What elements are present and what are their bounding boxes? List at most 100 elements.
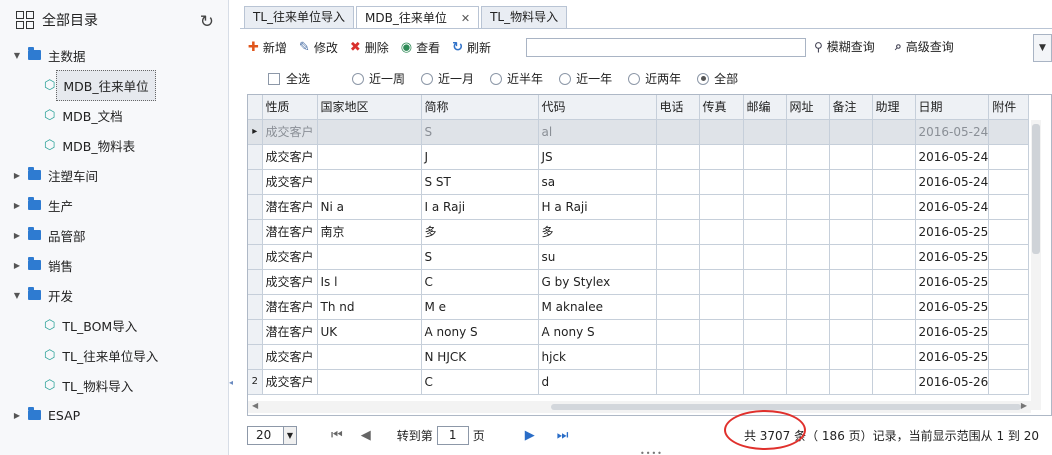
table-cell[interactable]: 2016-05-24 — [915, 169, 990, 195]
table-cell[interactable]: 南京 — [317, 219, 422, 245]
table-cell[interactable] — [786, 119, 830, 145]
table-cell[interactable] — [743, 219, 787, 245]
range-radio[interactable]: 近两年 — [628, 70, 681, 87]
table-cell[interactable]: 2016-05-24 — [915, 194, 990, 220]
table-row[interactable]: ▸ 成交客户 Sal 2016-05-24 — [248, 119, 1030, 145]
table-cell[interactable] — [988, 369, 1030, 395]
table-cell[interactable] — [743, 344, 787, 370]
table-row[interactable]: 潜在客户 Th nd M eM aknalee 2016-05-25 — [248, 294, 1030, 320]
table-cell[interactable]: M e — [421, 294, 539, 320]
table-cell[interactable] — [872, 269, 916, 295]
delete-button[interactable]: ✖ 删除 — [350, 39, 389, 56]
table-cell[interactable] — [699, 144, 744, 170]
table-cell[interactable]: Ni a — [317, 194, 422, 220]
table-cell[interactable] — [656, 344, 700, 370]
expanded-arrow-icon[interactable]: ▼ — [12, 291, 22, 300]
search-input[interactable] — [526, 38, 806, 57]
column-header[interactable]: 备注 — [829, 95, 873, 120]
table-cell[interactable] — [988, 119, 1030, 145]
tab[interactable]: TL_往来单位导入 — [244, 6, 355, 28]
table-cell[interactable] — [829, 144, 873, 170]
table-cell[interactable]: 2016-05-25 — [915, 344, 990, 370]
column-header[interactable]: 代码 — [538, 95, 657, 120]
table-cell[interactable] — [988, 169, 1030, 195]
toolbar-dropdown-button[interactable]: ▼ — [1033, 34, 1052, 62]
column-header[interactable]: 邮编 — [743, 95, 787, 120]
table-cell[interactable] — [786, 369, 830, 395]
table-row[interactable]: 2 成交客户 Cd 2016-05-26 — [248, 369, 1030, 395]
horizontal-scroll-thumb[interactable] — [551, 404, 1021, 410]
table-cell[interactable]: 2016-05-25 — [915, 244, 990, 270]
table-cell[interactable] — [786, 219, 830, 245]
sidebar-item[interactable]: ▶ 生产 — [0, 190, 228, 220]
table-cell[interactable]: 2016-05-25 — [915, 219, 990, 245]
table-cell[interactable]: 多 — [421, 219, 539, 245]
refresh-tree-icon[interactable]: ↻ — [200, 12, 214, 32]
table-cell[interactable] — [988, 269, 1030, 295]
table-cell[interactable]: 成交客户 — [262, 119, 318, 145]
table-cell[interactable]: 成交客户 — [262, 169, 318, 195]
prev-page-icon[interactable]: ◀ — [361, 428, 371, 443]
range-radio[interactable]: 全部 — [697, 70, 738, 87]
table-cell[interactable] — [988, 294, 1030, 320]
last-page-icon[interactable]: ⏭ — [557, 428, 569, 443]
table-cell[interactable] — [988, 319, 1030, 345]
table-cell[interactable]: 成交客户 — [262, 244, 318, 270]
resize-grip-icon[interactable]: •••• — [640, 449, 663, 455]
collapsed-arrow-icon[interactable]: ▶ — [12, 411, 22, 420]
collapsed-arrow-icon[interactable]: ▶ — [12, 231, 22, 240]
collapsed-arrow-icon[interactable]: ▶ — [12, 261, 22, 270]
table-cell[interactable] — [872, 344, 916, 370]
table-cell[interactable] — [872, 319, 916, 345]
table-row[interactable]: 潜在客户 UK A nony SA nony S 2016-05-25 — [248, 319, 1030, 345]
table-cell[interactable] — [656, 369, 700, 395]
sidebar-item[interactable]: ⬡ TL_往来单位导入 — [0, 340, 228, 370]
table-cell[interactable] — [786, 169, 830, 195]
collapsed-arrow-icon[interactable]: ▶ — [12, 201, 22, 210]
table-cell[interactable] — [872, 169, 916, 195]
horizontal-scrollbar[interactable]: ◀ ▶ — [248, 401, 1031, 413]
sidebar-collapse-icon[interactable]: ◂ — [229, 378, 233, 387]
table-cell[interactable] — [699, 169, 744, 195]
sidebar-item[interactable]: ▶ ESAP — [0, 400, 228, 430]
table-cell[interactable] — [656, 194, 700, 220]
scroll-left-icon[interactable]: ◀ — [252, 401, 258, 410]
table-row[interactable]: 潜在客户 Ni aI a Raji H a Raji 2016-05-24 — [248, 194, 1030, 220]
table-cell[interactable]: sa — [538, 169, 657, 195]
table-cell[interactable]: 成交客户 — [262, 144, 318, 170]
table-cell[interactable] — [743, 319, 787, 345]
next-page-icon[interactable]: ▶ — [525, 428, 535, 443]
sidebar-item[interactable]: ⬡ MDB_往来单位 — [0, 69, 228, 101]
column-header[interactable]: 助理 — [872, 95, 916, 120]
table-cell[interactable]: A nony S — [421, 319, 539, 345]
table-cell[interactable] — [317, 144, 422, 170]
table-cell[interactable] — [656, 119, 700, 145]
table-cell[interactable] — [743, 144, 787, 170]
range-radio[interactable]: 近半年 — [490, 70, 543, 87]
table-row[interactable]: 成交客户 Ssu 2016-05-25 — [248, 244, 1030, 270]
first-page-icon[interactable]: ⏮ — [331, 428, 343, 443]
table-cell[interactable] — [699, 219, 744, 245]
table-cell[interactable]: M aknalee — [538, 294, 657, 320]
close-tab-icon[interactable]: ✕ — [461, 8, 470, 29]
table-cell[interactable] — [699, 119, 744, 145]
table-cell[interactable] — [656, 319, 700, 345]
table-cell[interactable] — [699, 194, 744, 220]
table-cell[interactable] — [656, 144, 700, 170]
sidebar-item[interactable]: ▼ 主数据 — [0, 40, 228, 70]
table-cell[interactable]: 2016-05-25 — [915, 319, 990, 345]
table-cell[interactable]: S ST — [421, 169, 539, 195]
table-cell[interactable] — [317, 369, 422, 395]
tab[interactable]: TL_物料导入 — [481, 6, 568, 28]
sidebar-item[interactable]: ▶ 销售 — [0, 250, 228, 280]
table-cell[interactable] — [988, 144, 1030, 170]
table-cell[interactable] — [988, 194, 1030, 220]
sidebar-item[interactable]: ⬡ MDB_文档 — [0, 100, 228, 130]
column-header[interactable]: 性质 — [262, 95, 318, 120]
table-cell[interactable]: Is l — [317, 269, 422, 295]
table-cell[interactable] — [317, 169, 422, 195]
table-cell[interactable]: hjck — [538, 344, 657, 370]
table-cell[interactable] — [829, 294, 873, 320]
column-header[interactable]: 电话 — [656, 95, 700, 120]
table-cell[interactable] — [317, 344, 422, 370]
